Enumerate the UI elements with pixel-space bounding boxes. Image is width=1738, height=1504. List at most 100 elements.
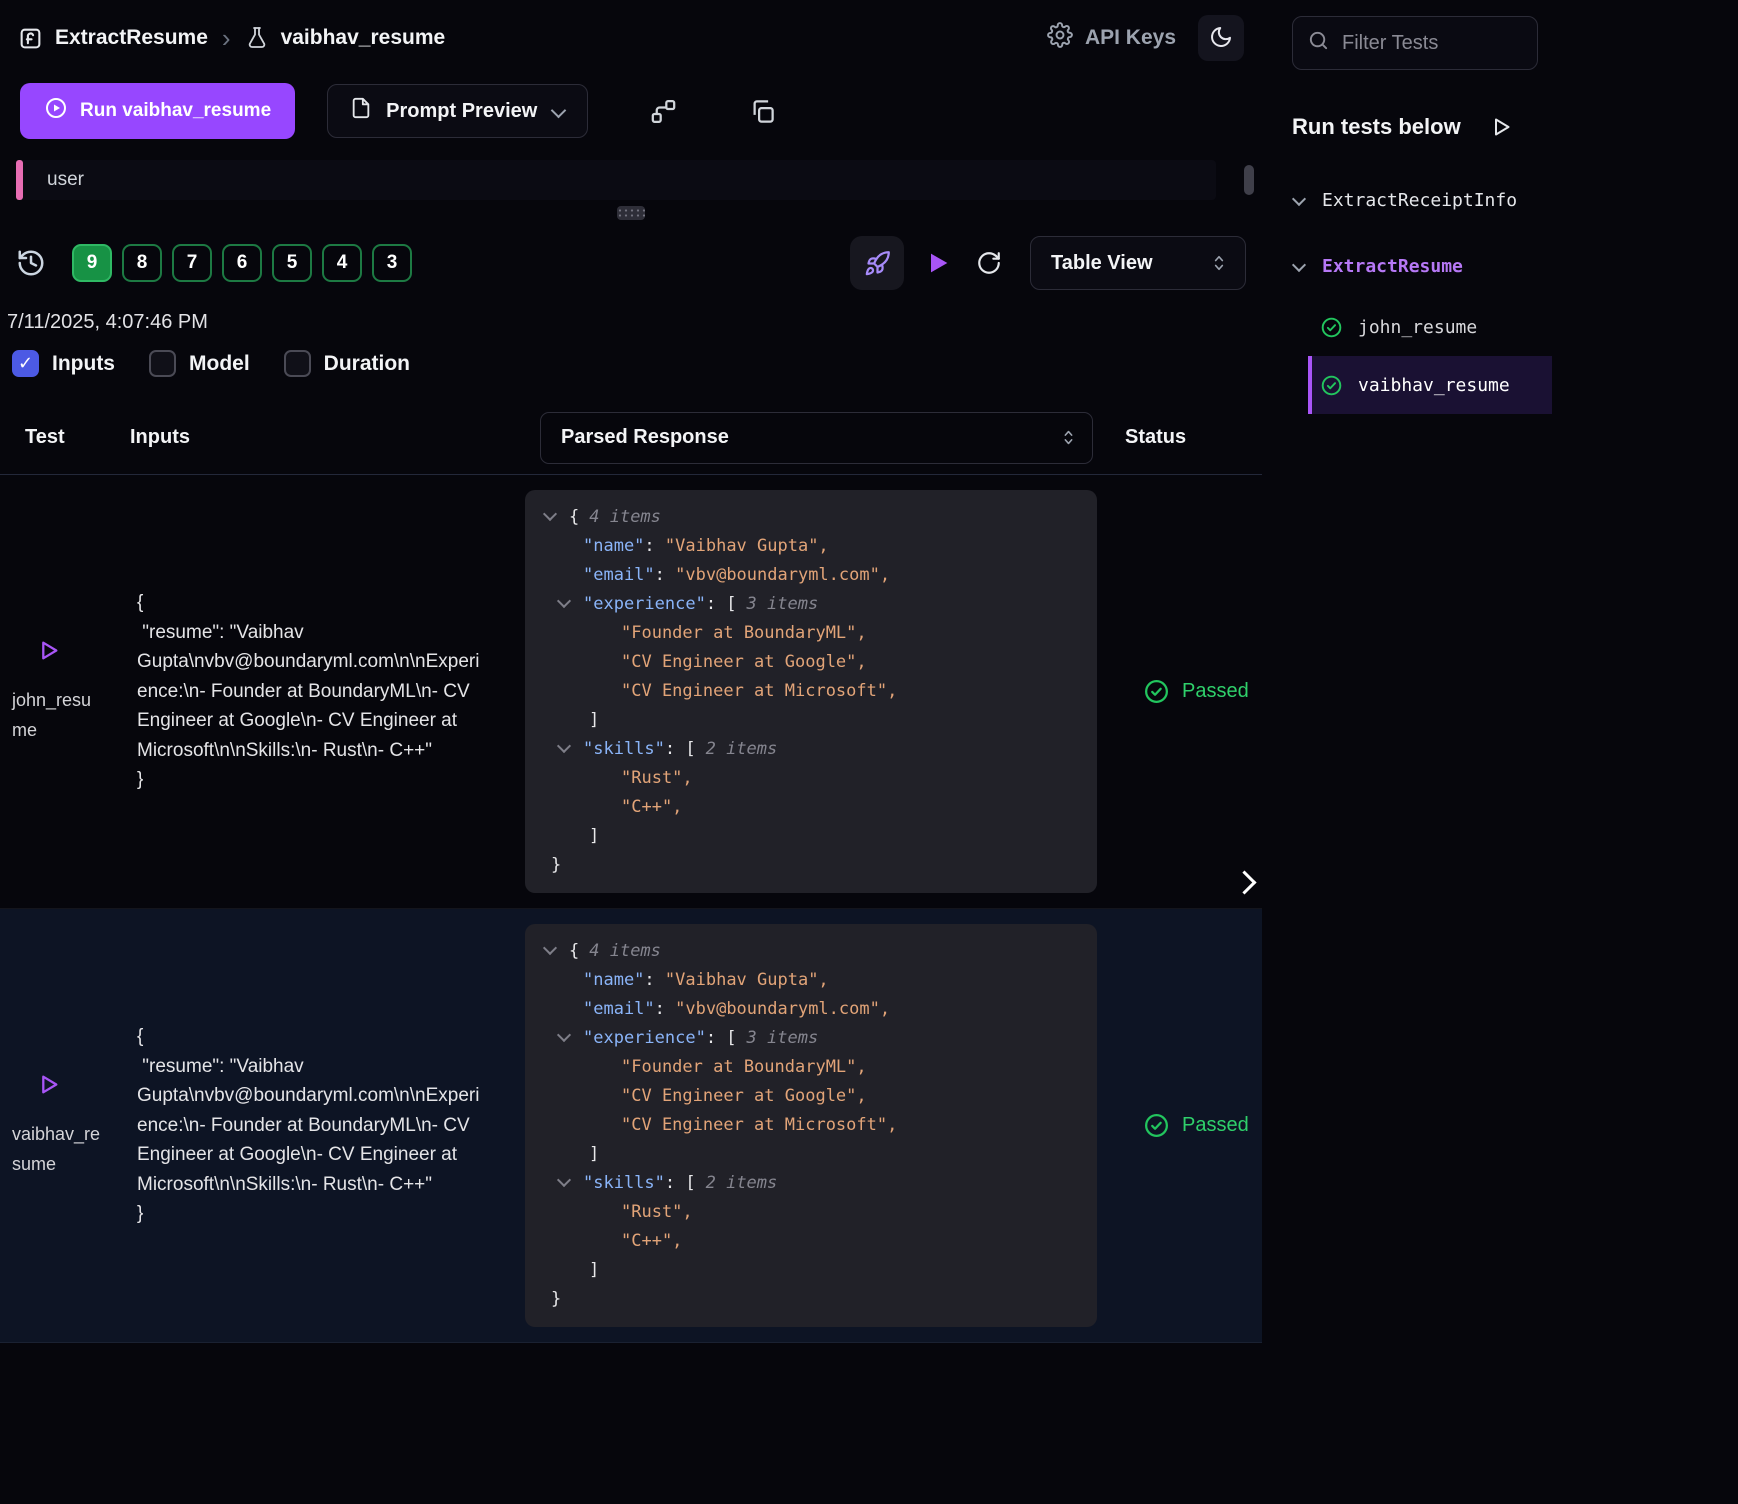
app-root: ExtractResume › vaibhav_resume xyxy=(0,0,1738,1504)
main-panel: ExtractResume › vaibhav_resume xyxy=(0,0,1262,1504)
history-badge-3[interactable]: 3 xyxy=(372,244,412,282)
code-token: : [ xyxy=(665,739,696,759)
filter-tests-input[interactable] xyxy=(1342,32,1523,55)
drag-handle[interactable] xyxy=(617,206,645,220)
code-token: "vbv@boundaryml.com", xyxy=(675,999,890,1019)
collapse-caret-icon[interactable] xyxy=(545,503,569,532)
check-circle-icon xyxy=(1320,316,1343,339)
actions-row: Run vaibhav_resume Prompt Preview xyxy=(0,76,1262,146)
tree-item-john-resume[interactable]: john_resume xyxy=(1308,298,1552,356)
run-tests-below-button[interactable]: Run tests below xyxy=(1292,114,1738,140)
breadcrumb-test[interactable]: vaibhav_resume xyxy=(281,26,446,50)
column-header-status: Status xyxy=(1113,426,1262,449)
rocket-icon xyxy=(864,250,891,277)
code-line: "experience": [3 items xyxy=(539,590,1083,619)
tree-group-label: ExtractReceiptInfo xyxy=(1322,190,1517,211)
breadcrumb-separator: › xyxy=(220,25,233,51)
code-token: "experience" xyxy=(583,594,706,614)
collapse-caret-icon[interactable] xyxy=(559,590,583,619)
history-badge-4[interactable]: 4 xyxy=(322,244,362,282)
code-token: ] xyxy=(589,826,599,846)
history-badge-5[interactable]: 5 xyxy=(272,244,312,282)
code-line: "Rust", xyxy=(539,1198,1083,1227)
code-line: "skills": [2 items xyxy=(539,1169,1083,1198)
checkbox[interactable] xyxy=(12,350,39,377)
code-token: 4 items xyxy=(589,507,661,527)
filter-label: Model xyxy=(189,352,250,376)
code-token: "Rust", xyxy=(621,1202,693,1222)
breadcrumb: ExtractResume › vaibhav_resume xyxy=(18,25,445,51)
code-token: : xyxy=(644,536,664,556)
tests-sidebar: Run tests below ExtractReceiptInfo Extra… xyxy=(1262,0,1738,1504)
run-single-test-icon[interactable] xyxy=(36,638,62,668)
code-line: "CV Engineer at Google", xyxy=(539,1082,1083,1111)
api-keys-button[interactable]: API Keys xyxy=(1047,22,1176,54)
dark-mode-toggle[interactable] xyxy=(1198,15,1244,61)
view-mode-select[interactable]: Table View xyxy=(1030,236,1246,290)
history-badge-7[interactable]: 7 xyxy=(172,244,212,282)
code-token: : xyxy=(644,970,664,990)
collapse-caret-icon[interactable] xyxy=(559,735,583,764)
filter-model[interactable]: Model xyxy=(149,350,250,377)
inputs-cell: { "resume": "Vaibhav Gupta\nvbv@boundary… xyxy=(118,482,513,901)
code-token: "Founder at BoundaryML", xyxy=(621,1057,867,1077)
inputs-cell: { "resume": "Vaibhav Gupta\nvbv@boundary… xyxy=(118,916,513,1335)
parsed-response-select[interactable]: Parsed Response xyxy=(540,412,1093,464)
code-token: "C++", xyxy=(621,797,682,817)
collapse-caret-icon[interactable] xyxy=(559,1169,583,1198)
collapse-caret-icon[interactable] xyxy=(559,1024,583,1053)
input-json-text: { "resume": "Vaibhav Gupta\nvbv@boundary… xyxy=(137,588,485,794)
table-row-vaibhav_resume[interactable]: vaibhav_resume { "resume": "Vaibhav Gupt… xyxy=(0,909,1262,1343)
parsed-cell: {4 items"name": "Vaibhav Gupta","email":… xyxy=(513,482,1113,901)
code-token: "name" xyxy=(583,970,644,990)
tree-item-list: john_resume vaibhav_resume xyxy=(1308,298,1738,414)
tree-group-extract-resume[interactable]: ExtractResume xyxy=(1292,246,1738,286)
parsed-response-json: {4 items"name": "Vaibhav Gupta","email":… xyxy=(525,490,1097,893)
prompt-role-bar[interactable]: user xyxy=(16,160,1216,200)
code-line: "experience": [3 items xyxy=(539,1024,1083,1053)
refresh-button[interactable] xyxy=(976,250,1002,276)
parsed-response-json: {4 items"name": "Vaibhav Gupta","email":… xyxy=(525,924,1097,1327)
code-line: ] xyxy=(539,706,1083,735)
breadcrumb-function[interactable]: ExtractResume xyxy=(55,26,208,50)
code-token: "email" xyxy=(583,565,655,585)
deploy-button[interactable] xyxy=(850,236,904,290)
code-line: "name": "Vaibhav Gupta", xyxy=(539,532,1083,561)
history-badge-8[interactable]: 8 xyxy=(122,244,162,282)
code-token: ] xyxy=(589,1260,599,1280)
filter-inputs[interactable]: Inputs xyxy=(12,350,115,377)
checkbox[interactable] xyxy=(284,350,311,377)
flask-icon xyxy=(245,26,269,50)
tree-item-vaibhav-resume[interactable]: vaibhav_resume xyxy=(1308,356,1552,414)
history-badge-6[interactable]: 6 xyxy=(222,244,262,282)
scrollbar-thumb[interactable] xyxy=(1244,165,1254,195)
test-cell: john_resume xyxy=(0,482,118,901)
filter-duration[interactable]: Duration xyxy=(284,350,410,377)
code-token: "vbv@boundaryml.com", xyxy=(675,565,890,585)
chevron-down-icon xyxy=(1292,194,1306,206)
run-single-test-icon[interactable] xyxy=(36,1072,62,1102)
select-arrows-icon xyxy=(1059,428,1078,447)
scroll-right-chevron-icon[interactable] xyxy=(1230,866,1260,902)
code-line: ] xyxy=(539,822,1083,851)
tree-group-extract-receipt-info[interactable]: ExtractReceiptInfo xyxy=(1292,180,1738,220)
test-name: john_resume xyxy=(12,686,104,745)
code-token: "Vaibhav Gupta", xyxy=(665,970,829,990)
history-badge-9[interactable]: 9 xyxy=(72,244,112,282)
code-token: 2 items xyxy=(706,1173,778,1193)
copy-button[interactable] xyxy=(749,98,776,125)
filter-label: Duration xyxy=(324,352,410,376)
top-bar: ExtractResume › vaibhav_resume xyxy=(0,0,1262,76)
collapse-caret-icon[interactable] xyxy=(545,937,569,966)
run-test-button-label: Run vaibhav_resume xyxy=(80,100,271,122)
code-token: "name" xyxy=(583,536,644,556)
history-button[interactable] xyxy=(16,248,46,278)
chevron-down-icon xyxy=(551,105,565,117)
prompt-preview-dropdown[interactable]: Prompt Preview xyxy=(327,84,588,138)
checkbox[interactable] xyxy=(149,350,176,377)
table-row-john_resume[interactable]: john_resume { "resume": "Vaibhav Gupta\n… xyxy=(0,475,1262,909)
api-keys-label: API Keys xyxy=(1085,26,1176,50)
run-all-button[interactable] xyxy=(924,249,952,277)
run-test-button[interactable]: Run vaibhav_resume xyxy=(20,83,295,139)
workflow-graph-button[interactable] xyxy=(650,98,677,125)
